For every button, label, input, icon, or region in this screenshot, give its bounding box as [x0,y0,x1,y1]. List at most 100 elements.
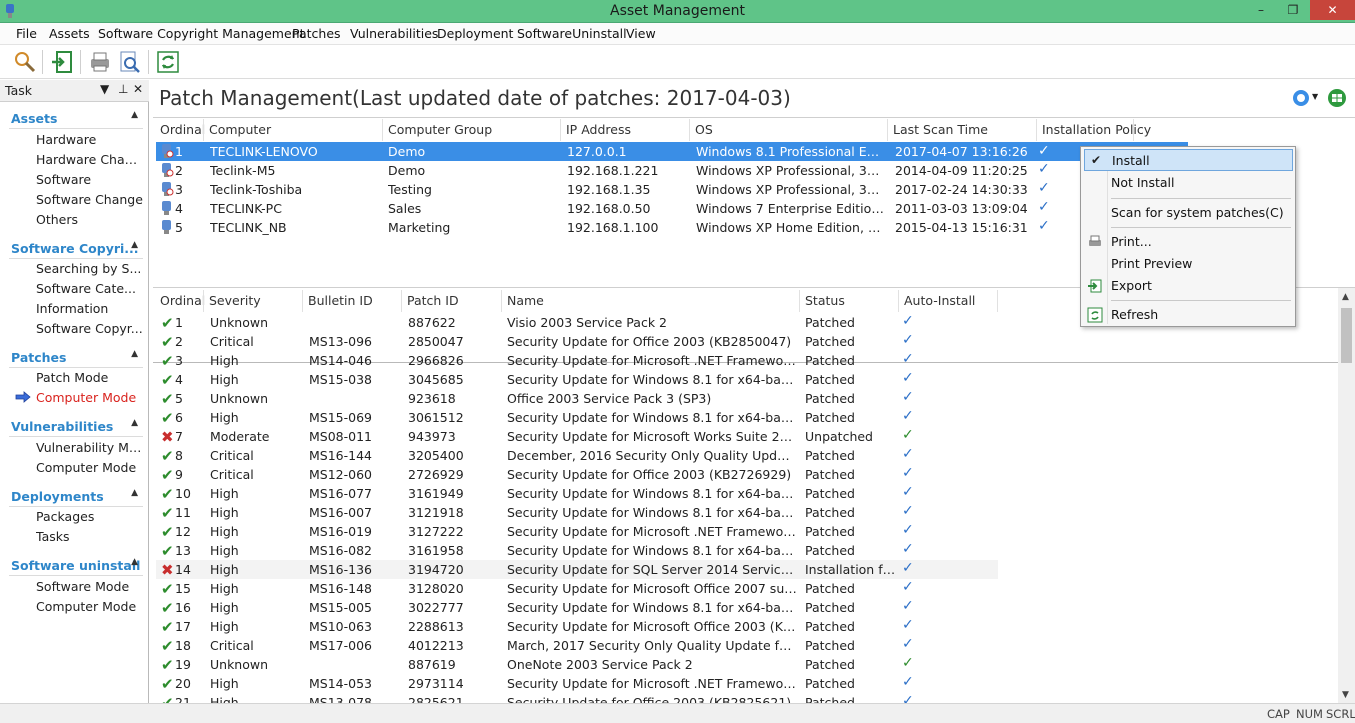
task-item-searching-by[interactable]: Searching by S... [36,261,144,276]
col-name[interactable]: Name [507,293,544,308]
auto-install-check-icon[interactable]: ✓ [902,522,914,538]
import-icon[interactable] [49,49,75,75]
col-ordinal[interactable]: Ordinal [160,293,205,308]
patch-row[interactable]: ✔ 20 High MS14-053 2973114 Security Update fo… [156,674,998,693]
task-item-hardware-change[interactable]: Hardware Change [36,152,144,167]
patch-row[interactable]: ✔ 6 High MS15-069 3061512 Security Update for… [156,408,998,427]
menu-item-install[interactable]: ✔ Install [1084,149,1293,171]
col-last-scan-time[interactable]: Last Scan Time [893,122,988,137]
vertical-scrollbar[interactable]: ▲ ▼ [1338,288,1355,704]
col-status[interactable]: Status [805,293,845,308]
patch-row[interactable]: ✔ 12 High MS16-019 3127222 Security Update fo… [156,522,998,541]
collapse-icon[interactable]: ▲ [131,240,138,250]
collapse-icon[interactable]: ▲ [131,418,138,428]
menu-item-not-install[interactable]: Not Install [1084,172,1293,194]
col-os[interactable]: OS [695,122,713,137]
auto-install-check-icon[interactable]: ✓ [902,332,914,348]
task-item-computer-mode-vuln[interactable]: Computer Mode [36,460,144,475]
auto-install-check-icon[interactable]: ✓ [902,655,914,671]
group-vulnerabilities[interactable]: Vulnerabilities ▲ [9,417,143,437]
computer-row[interactable]: 5 TECLINK_NB Marketing 192.168.1.100 Win… [156,218,1188,237]
patch-row[interactable]: ✔ 10 High MS16-077 3161949 Security Update fo… [156,484,998,503]
menu-assets[interactable]: Assets [49,26,90,41]
menu-item-print[interactable]: Print... [1084,231,1293,253]
patch-row[interactable]: ✖ 14 High MS16-136 3194720 Security Update fo… [156,560,998,579]
patch-row[interactable]: ✔ 2 Critical MS13-096 2850047 Security Update… [156,332,998,351]
restore-button[interactable]: ❐ [1278,0,1308,20]
patch-row[interactable]: ✔ 11 High MS16-007 3121918 Security Update fo… [156,503,998,522]
patch-row[interactable]: ✔ 1 Unknown 887622 Visio 2003 Service Pack 2… [156,313,998,332]
auto-install-check-icon[interactable]: ✓ [902,370,914,386]
auto-install-check-icon[interactable]: ✓ [902,541,914,557]
group-assets[interactable]: Assets ▲ [9,109,143,129]
col-computer-group[interactable]: Computer Group [388,122,492,137]
patch-row[interactable]: ✔ 9 Critical MS12-060 2726929 Security Update… [156,465,998,484]
patch-row[interactable]: ✔ 13 High MS16-082 3161958 Security Update fo… [156,541,998,560]
task-item-packages[interactable]: Packages [36,509,144,524]
policy-check-icon[interactable]: ✓ [1038,218,1050,234]
menu-file[interactable]: File [16,26,37,41]
task-item-software-copyright[interactable]: Software Copyr... [36,321,144,336]
task-item-others[interactable]: Others [36,212,144,227]
patch-row[interactable]: ✖ 7 Moderate MS08-011 943973 Security Update … [156,427,998,446]
auto-install-check-icon[interactable]: ✓ [902,579,914,595]
computer-row[interactable]: 4 TECLINK-PC Sales 192.168.0.50 Windows … [156,199,1188,218]
close-panel-icon[interactable]: ✕ [133,82,143,96]
policy-check-icon[interactable]: ✓ [1038,161,1050,177]
col-ip-address[interactable]: IP Address [566,122,631,137]
menu-software-copyright[interactable]: Software Copyright Management [98,26,304,41]
collapse-icon[interactable]: ▲ [131,557,138,567]
menu-patches[interactable]: Patches [292,26,341,41]
minimize-button[interactable]: – [1246,0,1276,20]
col-patch-id[interactable]: Patch ID [407,293,459,308]
group-software-copyright[interactable]: Software Copyri... ▲ [9,239,143,259]
task-item-patch-mode[interactable]: Patch Mode [36,370,144,385]
menu-item-export[interactable]: Export [1084,275,1293,297]
collapse-icon[interactable]: ▲ [131,488,138,498]
task-item-information[interactable]: Information [36,301,144,316]
col-ordinal[interactable]: Ordinal [160,122,205,137]
scroll-thumb[interactable] [1341,308,1352,363]
auto-install-check-icon[interactable]: ✓ [902,389,914,405]
auto-install-check-icon[interactable]: ✓ [902,408,914,424]
menu-vulnerabilities[interactable]: Vulnerabilities [350,26,438,41]
task-item-software-change[interactable]: Software Change [36,192,144,207]
patch-row[interactable]: ✔ 16 High MS15-005 3022777 Security Update fo… [156,598,998,617]
dropdown-icon[interactable]: ▼ [1312,92,1318,101]
excel-icon[interactable] [1327,88,1347,108]
navigate-icon[interactable] [1291,88,1311,108]
task-item-tasks[interactable]: Tasks [36,529,144,544]
dropdown-icon[interactable]: ▼ [100,82,109,96]
task-item-computer-mode-uninstall[interactable]: Computer Mode [36,599,144,614]
menu-item-scan[interactable]: Scan for system patches(C) [1084,202,1293,224]
group-patches[interactable]: Patches ▲ [9,348,143,368]
refresh-icon[interactable] [155,49,181,75]
pin-icon[interactable]: ⊥ [118,82,128,96]
auto-install-check-icon[interactable]: ✓ [902,465,914,481]
auto-install-check-icon[interactable]: ✓ [902,503,914,519]
col-installation-policy[interactable]: Installation Policy [1042,122,1151,137]
auto-install-check-icon[interactable]: ✓ [902,484,914,500]
patch-row[interactable]: ✔ 15 High MS16-148 3128020 Security Update fo… [156,579,998,598]
computer-row[interactable]: 3 Teclink-Toshiba Testing 192.168.1.35 W… [156,180,1188,199]
patch-row[interactable]: ✔ 8 Critical MS16-144 3205400 December, 2016 … [156,446,998,465]
auto-install-check-icon[interactable]: ✓ [902,313,914,329]
patch-row[interactable]: ✔ 18 Critical MS17-006 4012213 March, 2017 Se… [156,636,998,655]
menu-view[interactable]: View [626,26,656,41]
menu-software-uninstall[interactable]: SoftwareUninstall [517,26,627,41]
menu-item-refresh[interactable]: Refresh [1084,304,1293,326]
group-deployments[interactable]: Deployments ▲ [9,487,143,507]
task-item-hardware[interactable]: Hardware [36,132,144,147]
auto-install-check-icon[interactable]: ✓ [902,636,914,652]
task-item-software-category[interactable]: Software Cate... [36,281,144,296]
collapse-icon[interactable]: ▲ [131,110,138,120]
col-bulletin-id[interactable]: Bulletin ID [308,293,373,308]
group-software-uninstall[interactable]: Software uninstall ▲ [9,556,143,576]
auto-install-check-icon[interactable]: ✓ [902,674,914,690]
patch-row[interactable]: ✔ 4 High MS15-038 3045685 Security Update for… [156,370,998,389]
auto-install-check-icon[interactable]: ✓ [902,617,914,633]
scroll-down-icon[interactable]: ▼ [1342,690,1349,700]
patch-row[interactable]: ✔ 3 High MS14-046 2966826 Security Update for… [156,351,998,370]
policy-check-icon[interactable]: ✓ [1038,143,1050,159]
auto-install-check-icon[interactable]: ✓ [902,598,914,614]
